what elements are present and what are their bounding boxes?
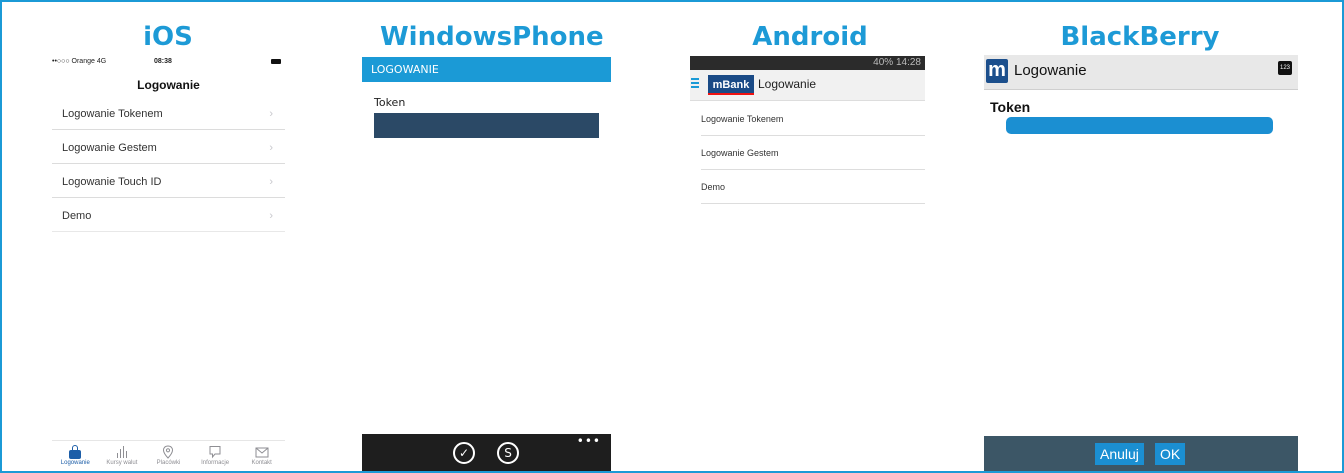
- tab-label: Kursy walut: [106, 460, 138, 466]
- windowsphone-screen: LOGOWANIE Token ✓ S •••: [362, 52, 611, 471]
- status-text: 40% 14:28: [873, 57, 921, 68]
- clock-text: 08:38: [154, 58, 172, 65]
- sync-button[interactable]: S: [497, 442, 519, 464]
- tab-label: Placówki: [156, 460, 181, 466]
- token-input[interactable]: [374, 113, 599, 138]
- ok-button[interactable]: OK: [1155, 443, 1186, 465]
- tab-label: Logowanie: [60, 460, 90, 466]
- ios-screen: ••○○○ Orange 4G 08:38 Logowanie Logowani…: [52, 52, 285, 471]
- mbank-logo: mBank: [708, 75, 754, 95]
- checkmark-icon: ✓: [458, 446, 470, 460]
- ios-heading: iOS: [143, 22, 193, 52]
- chevron-right-icon: ›: [269, 142, 273, 154]
- wp-app-bar: ✓ S •••: [362, 434, 611, 471]
- tab-label: Kontakt: [251, 460, 272, 466]
- blackberry-screen: m Logowanie 123 Token Anuluj OK: [984, 52, 1298, 471]
- page-title: Logowanie: [758, 77, 817, 91]
- chevron-right-icon: ›: [269, 108, 273, 120]
- page-title: Logowanie: [137, 78, 200, 92]
- tab-kursy-walut[interactable]: Kursy walut: [99, 441, 146, 471]
- chat-icon: [207, 445, 223, 459]
- ios-tab-bar: Logowanie Kursy walut Placówki Informacj…: [52, 440, 285, 471]
- android-action-bar: mBank Logowanie: [690, 70, 925, 101]
- tab-kontakt[interactable]: Kontakt: [238, 441, 285, 471]
- cancel-button[interactable]: Anuluj: [1095, 443, 1144, 465]
- mbank-logo: m: [986, 59, 1008, 83]
- list-item-demo[interactable]: Demo: [701, 170, 925, 204]
- blackberry-heading: BlackBerry: [1060, 22, 1220, 52]
- token-label: Token: [374, 96, 406, 109]
- list-item-label: Logowanie Gestem: [62, 142, 157, 154]
- android-status-bar: 40% 14:28: [690, 56, 925, 70]
- android-heading: Android: [752, 22, 868, 52]
- menu-icon[interactable]: [691, 78, 699, 88]
- bar-chart-icon: [114, 445, 130, 459]
- chevron-right-icon: ›: [269, 210, 273, 222]
- s-circle-icon: S: [504, 446, 512, 460]
- ios-status-bar: ••○○○ Orange 4G 08:38: [52, 58, 285, 68]
- token-input[interactable]: [1006, 117, 1273, 134]
- list-item-label: Logowanie Tokenem: [62, 108, 163, 120]
- page-title: Logowanie: [1014, 62, 1087, 79]
- list-item-logowanie-gestem[interactable]: Logowanie Gestem: [701, 136, 925, 170]
- battery-icon: [271, 59, 281, 64]
- list-item-logowanie-touch-id[interactable]: Logowanie Touch ID ›: [52, 164, 285, 198]
- tab-informacje[interactable]: Informacje: [192, 441, 239, 471]
- confirm-button[interactable]: ✓: [453, 442, 475, 464]
- tab-logowanie[interactable]: Logowanie: [52, 441, 99, 471]
- login-options-list: Logowanie Tokenem › Logowanie Gestem › L…: [52, 96, 285, 232]
- bb-title-bar: m Logowanie 123: [984, 55, 1298, 90]
- mail-icon: [254, 445, 270, 459]
- token-label: Token: [990, 99, 1031, 115]
- list-item-label: Demo: [62, 210, 92, 222]
- android-screen: 40% 14:28 mBank Logowanie Logowanie Toke…: [690, 52, 925, 471]
- chevron-right-icon: ›: [269, 176, 273, 188]
- list-item-logowanie-gestem[interactable]: Logowanie Gestem ›: [52, 130, 285, 164]
- tab-placowki[interactable]: Placówki: [145, 441, 192, 471]
- location-pin-icon: [160, 445, 176, 459]
- tab-label: Informacje: [201, 460, 230, 466]
- wp-header: LOGOWANIE: [362, 57, 611, 82]
- page-title: LOGOWANIE: [371, 63, 439, 76]
- bb-action-bar: Anuluj OK: [984, 436, 1298, 471]
- list-item-logowanie-tokenem[interactable]: Logowanie Tokenem: [701, 102, 925, 136]
- windowsphone-heading: WindowsPhone: [380, 22, 604, 52]
- keyboard-badge[interactable]: 123: [1278, 61, 1292, 75]
- more-options-button[interactable]: •••: [577, 434, 601, 448]
- list-item-label: Logowanie Touch ID: [62, 176, 162, 188]
- lock-icon: [67, 445, 83, 459]
- list-item-logowanie-tokenem[interactable]: Logowanie Tokenem ›: [52, 96, 285, 130]
- login-options-list: Logowanie Tokenem Logowanie Gestem Demo: [701, 102, 925, 204]
- carrier-text: ••○○○ Orange 4G: [52, 58, 107, 65]
- list-item-demo[interactable]: Demo ›: [52, 198, 285, 232]
